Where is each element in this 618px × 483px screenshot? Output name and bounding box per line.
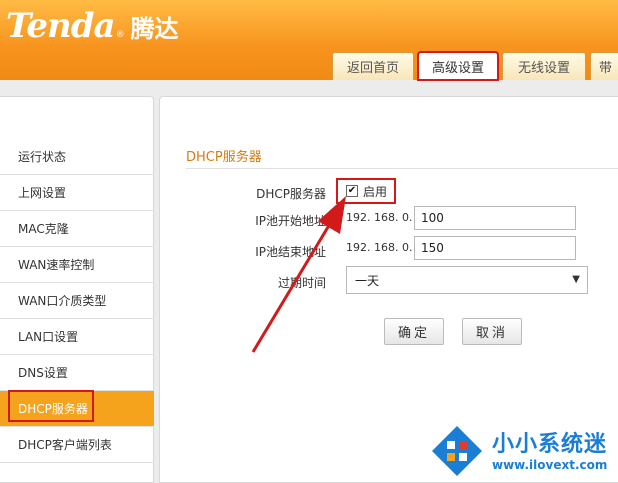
logo-text-cn: 腾达 [130,15,179,43]
ok-button[interactable]: 确定 [384,318,444,345]
watermark-logo-icon [432,426,482,476]
sidebar-item-wan-rate[interactable]: WAN速率控制 [0,247,154,283]
sidebar-item-dhcp-clients[interactable]: DHCP客户端列表 [0,427,154,463]
sidebar-item-internet[interactable]: 上网设置 [0,175,154,211]
sidebar-item-wan-media[interactable]: WAN口介质类型 [0,283,154,319]
tab-wireless-settings[interactable]: 无线设置 [502,52,586,80]
ip-start-input[interactable] [414,206,576,230]
tab-bandwidth[interactable]: 带 [590,52,618,80]
tenda-logo: Tenda ® 腾达 [6,6,179,48]
lease-time-label: 过期时间 [277,276,326,290]
logo-registered-mark: ® [115,30,125,40]
checkmark-icon: ✔ [347,185,357,196]
ip-end-prefix: 192. 168. 0. [346,241,413,254]
watermark: 小小系统迷 www.ilovext.com [430,420,618,483]
dhcp-enable-highlight: ✔ 启用 [336,178,396,204]
ip-start-label: IP池开始地址 [255,214,326,228]
top-tabs: 返回首页 高级设置 无线设置 带 [332,48,618,81]
cancel-button[interactable]: 取消 [462,318,522,345]
dhcp-server-label: DHCP服务器 [256,187,326,201]
tab-home[interactable]: 返回首页 [332,52,414,80]
ip-start-prefix: 192. 168. 0. [346,211,413,224]
dhcp-enable-label: 启用 [363,184,388,199]
ip-end-label: IP池结束地址 [255,245,326,259]
header-bar: Tenda ® 腾达 返回首页 高级设置 无线设置 带 [0,0,618,81]
sidebar-highlight-box [8,390,94,422]
dhcp-enable-checkbox[interactable]: ✔ [346,185,358,197]
sidebar: 运行状态 上网设置 MAC克隆 WAN速率控制 WAN口介质类型 LAN口设置 … [0,96,154,483]
sidebar-item-lan[interactable]: LAN口设置 [0,319,154,355]
sidebar-item-mac-clone[interactable]: MAC克隆 [0,211,154,247]
ip-end-input[interactable] [414,236,576,260]
lease-time-value: 一天 [355,273,380,288]
dropdown-arrow-icon: ▼ [572,274,580,285]
watermark-url: www.ilovext.com [492,458,608,472]
tab-advanced-settings[interactable]: 高级设置 [417,51,499,81]
sidebar-item-status[interactable]: 运行状态 [0,139,154,175]
section-title: DHCP服务器 [186,150,262,165]
watermark-name: 小小系统迷 [492,432,608,457]
lease-time-select[interactable]: 一天 ▼ [346,266,588,294]
logo-text-en: Tenda [6,6,116,46]
sidebar-item-dns[interactable]: DNS设置 [0,355,154,391]
section-divider [186,168,618,169]
